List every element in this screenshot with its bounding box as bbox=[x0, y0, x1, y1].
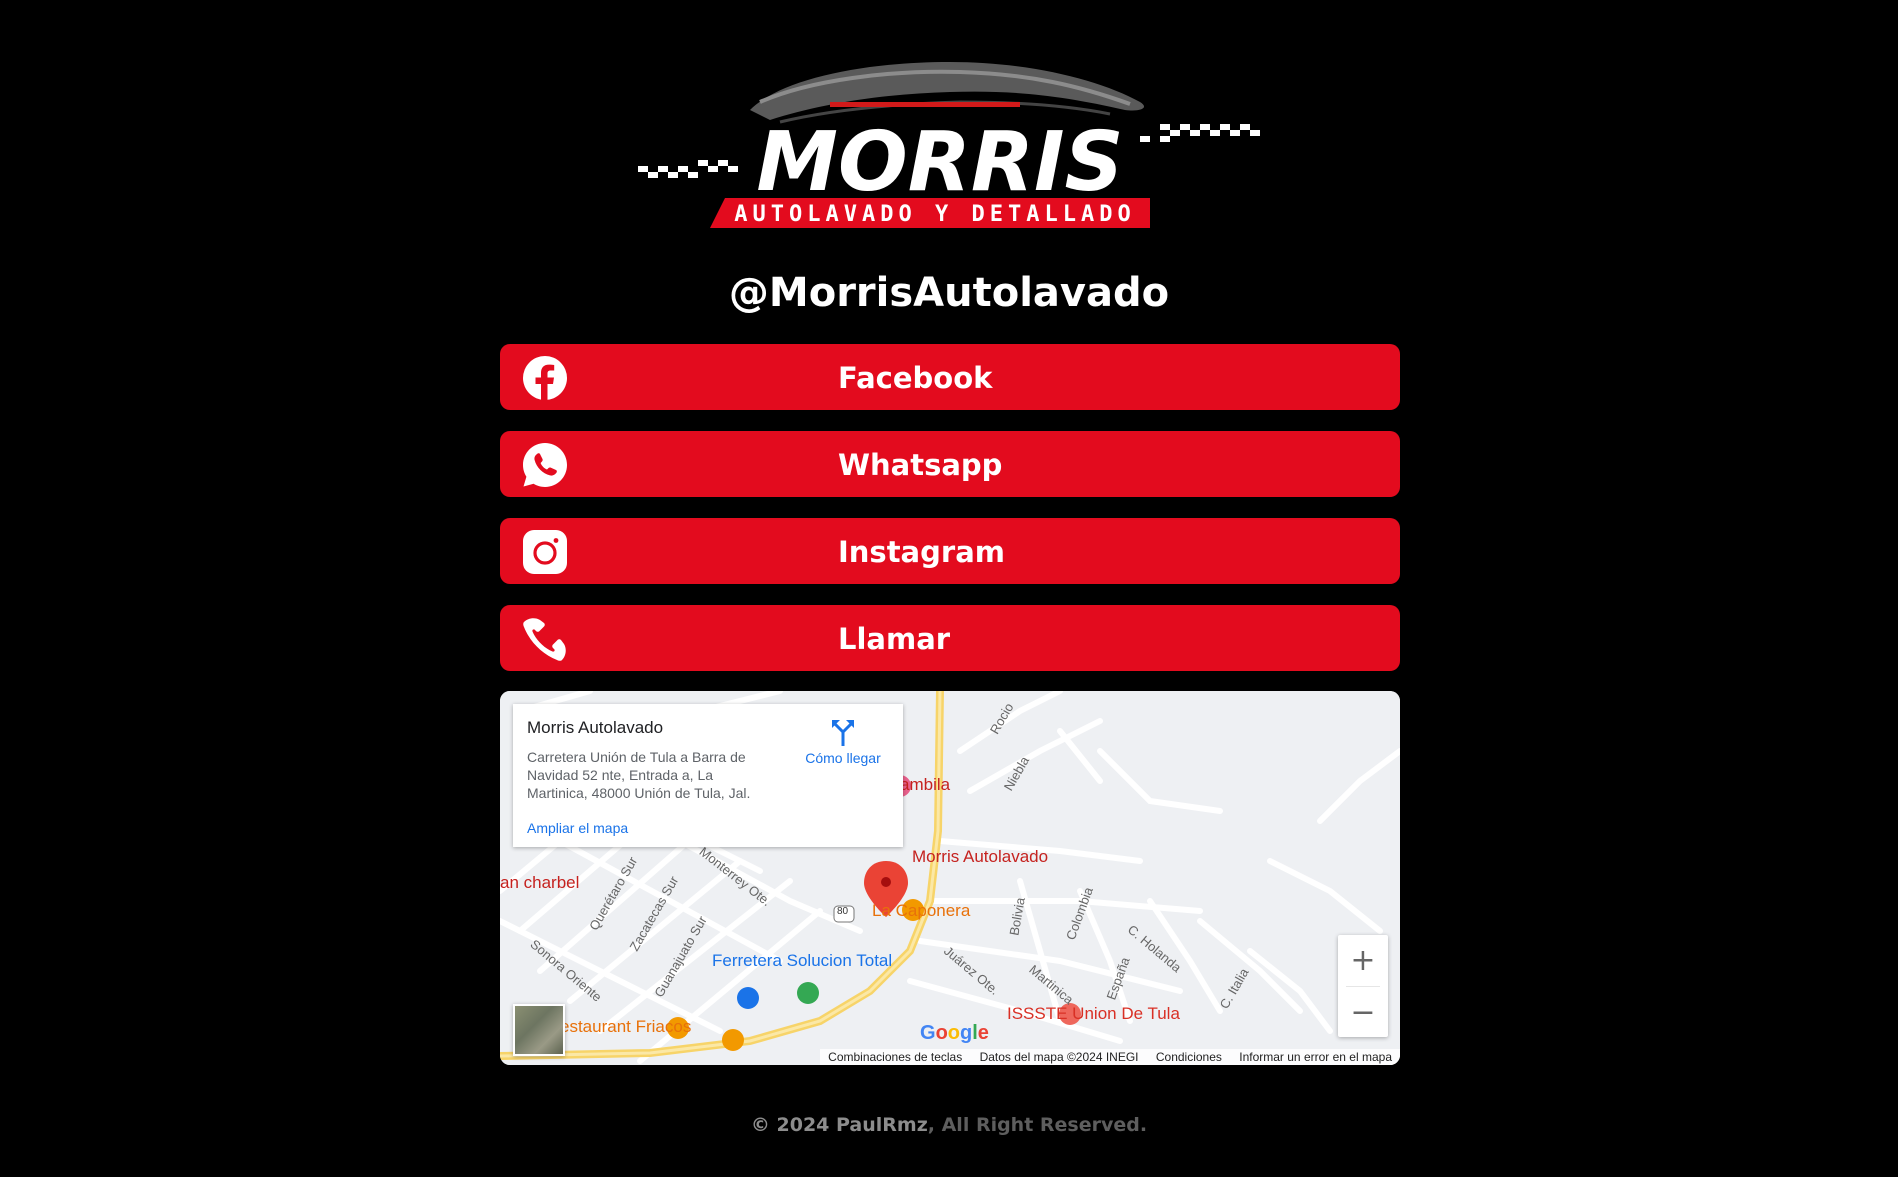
copyright-text: © 2024 PaulRmz bbox=[750, 1114, 928, 1136]
place-address: Carretera Unión de Tula a Barra de Navid… bbox=[527, 749, 751, 801]
place-label[interactable]: estaurant Friacos bbox=[560, 1017, 691, 1037]
zoom-control: + − bbox=[1338, 935, 1388, 1037]
whatsapp-icon bbox=[522, 442, 568, 488]
facebook-label: Facebook bbox=[838, 361, 993, 395]
place-label[interactable]: ambila bbox=[900, 775, 950, 795]
instagram-icon bbox=[522, 529, 568, 575]
profile-handle: @MorrisAutolavado bbox=[728, 270, 1170, 316]
rights-text: , All Right Reserved. bbox=[927, 1114, 1148, 1136]
terms-link[interactable]: Condiciones bbox=[1156, 1050, 1222, 1064]
place-name: Morris Autolavado bbox=[527, 718, 664, 737]
directions-button[interactable]: Cómo llegar bbox=[795, 716, 891, 766]
whatsapp-button[interactable]: Whatsapp bbox=[500, 431, 1400, 497]
highway-number: 80 bbox=[837, 906, 849, 917]
directions-icon bbox=[832, 720, 854, 746]
directions-label: Cómo llegar bbox=[805, 750, 881, 766]
keyboard-shortcuts-link[interactable]: Combinaciones de teclas bbox=[828, 1050, 962, 1064]
logo-word: MORRIS bbox=[756, 115, 1123, 210]
logo-tagline: AUTOLAVADO Y DETALLADO bbox=[734, 202, 1135, 227]
instagram-button[interactable]: Instagram bbox=[500, 518, 1400, 584]
map-data-text: Datos del mapa ©2024 INEGI bbox=[979, 1050, 1139, 1064]
footer: © 2024 PaulRmz, All Right Reserved. bbox=[0, 1114, 1898, 1136]
link-page: MORRIS AUTOLAVADO Y DETALLADO @MorrisAut… bbox=[0, 0, 1898, 1177]
place-info-card: Morris Autolavado Carretera Unión de Tul… bbox=[513, 704, 903, 847]
whatsapp-label: Whatsapp bbox=[838, 448, 1003, 482]
link-list: Facebook Whatsapp Instagram Llamar bbox=[500, 344, 1400, 692]
facebook-button[interactable]: Facebook bbox=[500, 344, 1400, 410]
place-label[interactable]: La Caponera bbox=[872, 901, 970, 921]
google-logo: Google bbox=[920, 1022, 989, 1044]
phone-icon bbox=[522, 616, 568, 662]
place-label[interactable]: Ferretera Solucion Total bbox=[712, 951, 892, 971]
pin-label[interactable]: Morris Autolavado bbox=[912, 847, 1048, 867]
facebook-icon bbox=[522, 355, 568, 401]
enlarge-map-link[interactable]: Ampliar el mapa bbox=[527, 820, 628, 836]
zoom-out-button[interactable]: − bbox=[1338, 987, 1388, 1038]
instagram-label: Instagram bbox=[838, 535, 1005, 569]
zoom-in-button[interactable]: + bbox=[1338, 935, 1388, 986]
place-label[interactable]: an charbel bbox=[500, 873, 579, 893]
report-error-link[interactable]: Informar un error en el mapa bbox=[1239, 1050, 1392, 1064]
satellite-view-toggle[interactable] bbox=[513, 1004, 565, 1056]
location-map[interactable]: Rocio Niebla Monterrey Ote. Querétaro Su… bbox=[500, 691, 1400, 1065]
map-attribution: Combinaciones de teclas Datos del mapa ©… bbox=[820, 1049, 1400, 1065]
call-button[interactable]: Llamar bbox=[500, 605, 1400, 671]
morris-logo: MORRIS AUTOLAVADO Y DETALLADO bbox=[630, 40, 1270, 260]
place-label[interactable]: ISSSTE Union De Tula bbox=[1007, 1004, 1180, 1024]
call-label: Llamar bbox=[838, 622, 951, 656]
